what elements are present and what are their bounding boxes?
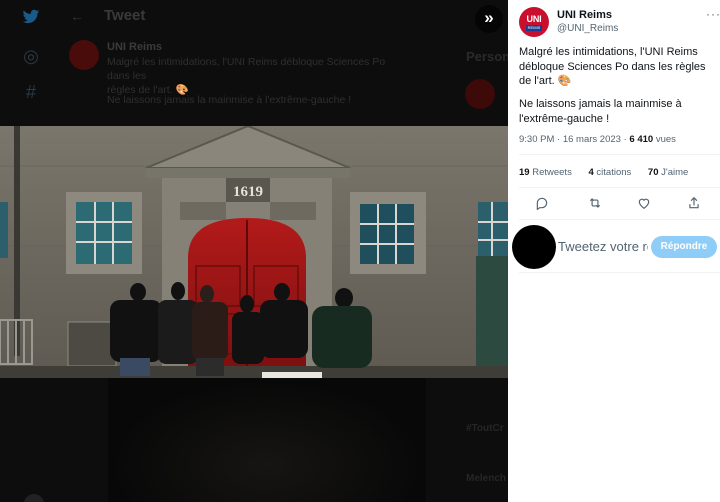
reply-input[interactable]: Tweetez votre réponse ! xyxy=(558,239,648,254)
background-tweet-line-1: Malgré les intimidations, l'UNI Reims dé… xyxy=(107,56,386,82)
quotes-label: citations xyxy=(596,167,632,178)
quotes-count: 4 xyxy=(588,167,594,178)
quotes-stat[interactable]: 4 citations xyxy=(588,167,631,178)
background-dog-image xyxy=(108,378,426,502)
tweet-date[interactable]: 16 mars 2023 xyxy=(563,134,621,145)
divider-3 xyxy=(519,219,720,220)
tweet-text-2: Ne laissons jamais la mainmise à l'extrê… xyxy=(519,98,682,125)
background-tweet-line-3: Ne laissons jamais la mainmise à l'extrê… xyxy=(107,94,352,106)
tweet-text: Malgré les intimidations, l'UNI Reims dé… xyxy=(519,46,706,87)
author-name[interactable]: UNI Reims xyxy=(557,9,612,21)
background-sidebar-title: Personnes xyxy=(466,49,508,64)
tweet-meta: 9:30 PM · 16 mars 2023 · 6 410 vues xyxy=(519,134,676,145)
tweet-time[interactable]: 9:30 PM xyxy=(519,134,554,145)
tweet-detail-panel: UNI REIMS UNI Reims @UNI_Reims ··· Malgr… xyxy=(508,0,720,502)
back-arrow-icon: ← xyxy=(70,8,84,24)
user-avatar[interactable] xyxy=(512,225,556,269)
door-number: 1619 xyxy=(233,184,263,200)
background-trends: #ToutCr Melench xyxy=(466,404,506,502)
background-sidebar-avatar xyxy=(465,79,495,109)
avatar-reims-text: REIMS xyxy=(526,25,542,31)
explore-icon: ◎ xyxy=(23,46,39,66)
divider-2 xyxy=(519,187,720,188)
likes-count: 70 xyxy=(647,167,659,178)
divider xyxy=(519,154,720,155)
retweets-label: Retweets xyxy=(532,167,572,178)
like-icon[interactable] xyxy=(637,196,653,212)
background-trend-2: Melench xyxy=(466,473,507,484)
tweet-stats: 19 Retweets 4 citations 70 J'aime xyxy=(519,167,702,178)
reply-button[interactable]: Répondre xyxy=(651,236,717,258)
background-header: ← Tweet xyxy=(62,0,508,34)
more-options-button[interactable]: ··· xyxy=(706,7,720,21)
retweets-count: 19 xyxy=(519,167,530,178)
background-author-name: UNI Reims xyxy=(107,41,163,53)
views-label: vues xyxy=(655,134,676,145)
background-tweet-text: Malgré les intimidations, l'UNI Reims dé… xyxy=(107,55,407,97)
likes-label: J'aime xyxy=(661,167,689,178)
background-trend-1: #ToutCr xyxy=(466,423,504,434)
reply-composer: Tweetez votre réponse ! Répondre xyxy=(508,222,720,270)
reply-icon[interactable] xyxy=(535,196,551,212)
background-header-title: Tweet xyxy=(104,7,146,24)
tweet-actions xyxy=(519,196,719,212)
meta-separator: · xyxy=(557,134,561,145)
share-icon[interactable] xyxy=(687,196,703,212)
meta-separator-2: · xyxy=(623,134,627,145)
tweet-photo[interactable]: 1619 xyxy=(0,126,508,378)
divider-4 xyxy=(519,272,720,273)
hashtag-icon: # xyxy=(25,82,36,102)
background-avatar xyxy=(69,40,99,70)
likes-stat[interactable]: 70 J'aime xyxy=(648,167,688,178)
retweets-stat[interactable]: 19 Retweets xyxy=(519,167,572,178)
twitter-logo-icon xyxy=(21,8,41,28)
author-avatar[interactable]: UNI REIMS xyxy=(519,7,549,37)
expand-panel-button[interactable]: » xyxy=(475,5,503,33)
views-count: 6 410 xyxy=(629,134,654,145)
avatar-uni-text: UNI xyxy=(526,14,542,24)
retweet-icon[interactable] xyxy=(587,196,603,212)
author-handle[interactable]: @UNI_Reims xyxy=(557,23,618,34)
